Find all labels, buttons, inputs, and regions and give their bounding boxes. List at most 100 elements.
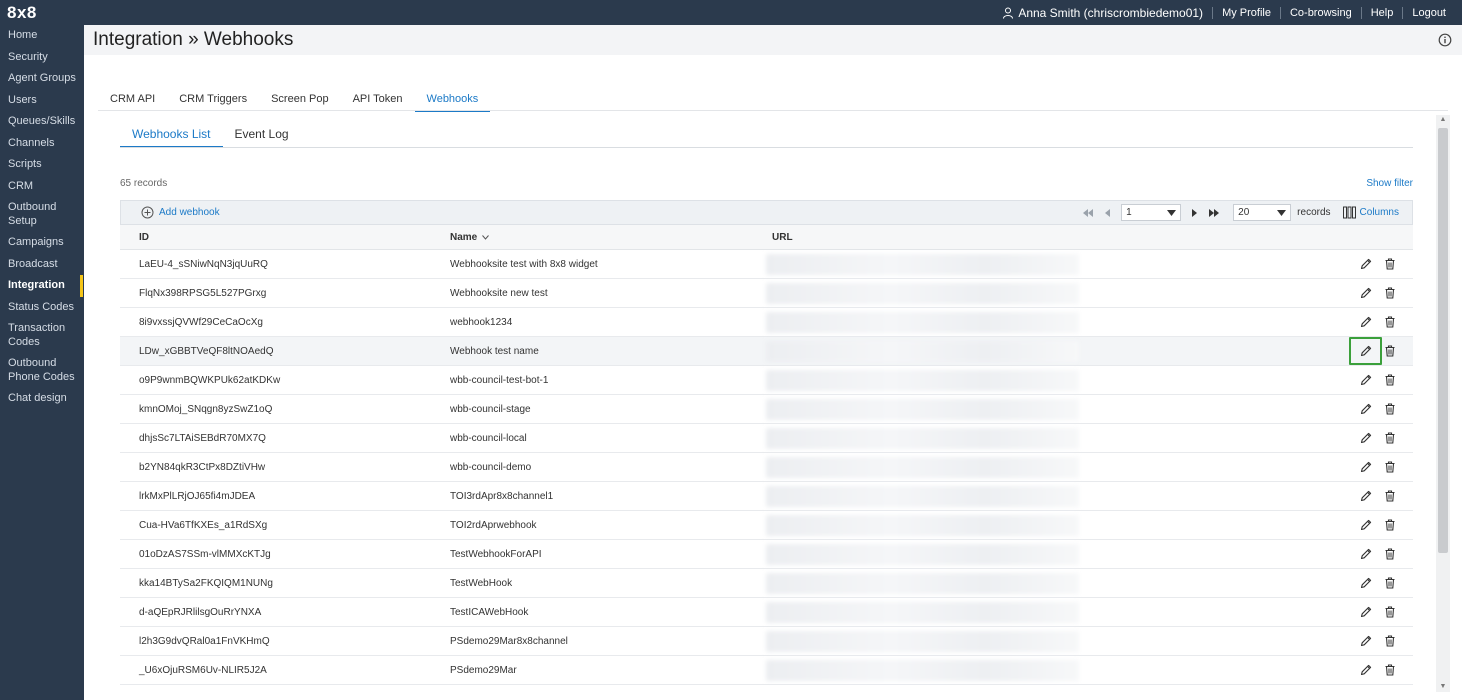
trash-icon[interactable] — [1383, 402, 1397, 416]
sidebar-item-users[interactable]: Users — [0, 90, 84, 112]
prev-page-icon[interactable] — [1101, 206, 1115, 220]
sidebar-item-outbound-setup[interactable]: Outbound Setup — [0, 197, 84, 232]
columns-icon — [1342, 206, 1356, 219]
pencil-icon[interactable] — [1359, 605, 1373, 619]
sidebar-item-integration[interactable]: Integration — [0, 275, 84, 297]
column-header-id[interactable]: ID — [139, 232, 149, 243]
page-header: Integration » Webhooks — [84, 25, 1462, 55]
table-row[interactable]: kmnOMoj_SNqgn8yzSwZ1oQ wbb-council-stage — [120, 395, 1413, 424]
scroll-down-icon[interactable]: ▼ — [1436, 682, 1450, 692]
page-size-select[interactable]: 20 — [1233, 204, 1292, 221]
logout-link[interactable]: Logout — [1412, 7, 1446, 19]
info-icon[interactable] — [1438, 33, 1452, 47]
table-row[interactable]: Cua-HVa6TfKXEs_a1RdSXg TOI2rdAprwebhook — [120, 511, 1413, 540]
pencil-icon[interactable] — [1359, 576, 1373, 590]
trash-icon[interactable] — [1383, 344, 1397, 358]
tab-crm-api[interactable]: CRM API — [98, 87, 167, 111]
tab-api-token[interactable]: API Token — [341, 87, 415, 111]
cell-id: l2h3G9dvQRal0a1FnVKHmQ — [139, 636, 270, 647]
sidebar-item-queues-skills[interactable]: Queues/Skills — [0, 111, 84, 133]
columns-button[interactable]: Columns — [1342, 206, 1399, 219]
sidebar-item-outbound-phone-codes[interactable]: Outbound Phone Codes — [0, 353, 84, 388]
subtab-event-log[interactable]: Event Log — [223, 123, 301, 147]
pencil-icon[interactable] — [1359, 663, 1373, 677]
table-row[interactable]: l2h3G9dvQRal0a1FnVKHmQ PSdemo29Mar8x8chan… — [120, 627, 1413, 656]
table-row[interactable]: 8i9vxssjQVWf29CeCaOcXg webhook1234 — [120, 308, 1413, 337]
table-row[interactable]: LaEU-4_sSNiwNqN3jqUuRQ Webhooksite test w… — [120, 250, 1413, 279]
show-filter-link[interactable]: Show filter — [1366, 178, 1413, 189]
next-page-icon[interactable] — [1187, 206, 1201, 220]
pencil-icon[interactable] — [1359, 286, 1373, 300]
column-header-url[interactable]: URL — [772, 232, 793, 243]
pencil-icon[interactable] — [1359, 489, 1373, 503]
trash-icon[interactable] — [1383, 518, 1397, 532]
tab-webhooks[interactable]: Webhooks — [414, 87, 491, 112]
pencil-icon[interactable] — [1359, 344, 1373, 358]
table-row[interactable]: 01oDzAS7SSm-vlMMXcKTJg TestWebhookForAPI — [120, 540, 1413, 569]
table-row[interactable]: kka14BTySa2FKQIQM1NUNg TestWebHook — [120, 569, 1413, 598]
cell-name: PSdemo29Mar — [450, 665, 517, 676]
trash-icon[interactable] — [1383, 257, 1397, 271]
trash-icon[interactable] — [1383, 431, 1397, 445]
pencil-icon[interactable] — [1359, 460, 1373, 474]
add-webhook-button[interactable]: Add webhook — [141, 206, 220, 219]
tab-crm-triggers[interactable]: CRM Triggers — [167, 87, 259, 111]
trash-icon[interactable] — [1383, 373, 1397, 387]
sidebar-item-status-codes[interactable]: Status Codes — [0, 297, 84, 319]
table-row[interactable]: d-aQEpRJRlilsgOuRrYNXA TestICAWebHook — [120, 598, 1413, 627]
pencil-icon[interactable] — [1359, 547, 1373, 561]
scroll-up-icon[interactable]: ▲ — [1436, 115, 1450, 125]
cell-name: TestWebHook — [450, 578, 513, 589]
sidebar-item-campaigns[interactable]: Campaigns — [0, 232, 84, 254]
trash-icon[interactable] — [1383, 460, 1397, 474]
table-row[interactable]: FlqNx398RPSG5L527PGrxg Webhooksite new te… — [120, 279, 1413, 308]
sidebar-item-home[interactable]: Home — [0, 25, 84, 47]
trash-icon[interactable] — [1383, 605, 1397, 619]
scroll-thumb[interactable] — [1438, 128, 1448, 553]
pencil-icon[interactable] — [1359, 518, 1373, 532]
sidebar-item-security[interactable]: Security — [0, 47, 84, 69]
trash-icon[interactable] — [1383, 663, 1397, 677]
user-menu[interactable]: Anna Smith (chriscrombiedemo01) — [1002, 6, 1203, 20]
cell-url-redacted — [766, 457, 1079, 478]
columns-label: Columns — [1359, 207, 1399, 218]
page-select[interactable]: 1 — [1121, 204, 1182, 221]
table-row[interactable]: _U6xOjuRSM6Uv-NLIR5J2A PSdemo29Mar — [120, 656, 1413, 685]
sidebar-item-channels[interactable]: Channels — [0, 133, 84, 155]
trash-icon[interactable] — [1383, 634, 1397, 648]
tab-screen-pop[interactable]: Screen Pop — [259, 87, 340, 111]
sidebar-item-scripts[interactable]: Scripts — [0, 154, 84, 176]
subtab-webhooks-list[interactable]: Webhooks List — [120, 123, 223, 148]
pencil-icon[interactable] — [1359, 257, 1373, 271]
table-row[interactable]: o9P9wnmBQWKPUk62atKDKw wbb-council-test-b… — [120, 366, 1413, 395]
trash-icon[interactable] — [1383, 489, 1397, 503]
trash-icon[interactable] — [1383, 286, 1397, 300]
sidebar-item-transaction-codes[interactable]: Transaction Codes — [0, 318, 84, 353]
pencil-icon[interactable] — [1359, 402, 1373, 416]
pencil-icon[interactable] — [1359, 634, 1373, 648]
table-row[interactable]: LDw_xGBBTVeQF8ltNOAedQ Webhook test name — [120, 337, 1413, 366]
pencil-icon[interactable] — [1359, 315, 1373, 329]
top-bar: 8x8 Anna Smith (chriscrombiedemo01) My P… — [0, 0, 1462, 25]
pencil-icon[interactable] — [1359, 373, 1373, 387]
cell-name: webhook1234 — [450, 317, 513, 328]
pager: 1 20 records Columns — [1081, 204, 1399, 221]
sidebar-item-crm[interactable]: CRM — [0, 176, 84, 198]
last-page-icon[interactable] — [1207, 206, 1221, 220]
sidebar-item-broadcast[interactable]: Broadcast — [0, 254, 84, 276]
pencil-icon[interactable] — [1359, 431, 1373, 445]
sidebar-item-agent-groups[interactable]: Agent Groups — [0, 68, 84, 90]
co-browsing-link[interactable]: Co-browsing — [1290, 7, 1352, 19]
first-page-icon[interactable] — [1081, 206, 1095, 220]
vertical-scrollbar[interactable]: ▲ ▼ — [1436, 115, 1450, 692]
sidebar-item-chat-design[interactable]: Chat design — [0, 388, 84, 410]
trash-icon[interactable] — [1383, 576, 1397, 590]
column-header-name[interactable]: Name — [450, 232, 489, 243]
table-row[interactable]: b2YN84qkR3CtPx8DZtiVHw wbb-council-demo — [120, 453, 1413, 482]
table-row[interactable]: lrkMxPlLRjOJ65fi4mJDEA TOI3rdApr8x8channe… — [120, 482, 1413, 511]
trash-icon[interactable] — [1383, 315, 1397, 329]
trash-icon[interactable] — [1383, 547, 1397, 561]
table-row[interactable]: dhjsSc7LTAiSEBdR70MX7Q wbb-council-local — [120, 424, 1413, 453]
my-profile-link[interactable]: My Profile — [1222, 7, 1271, 19]
help-link[interactable]: Help — [1371, 7, 1394, 19]
